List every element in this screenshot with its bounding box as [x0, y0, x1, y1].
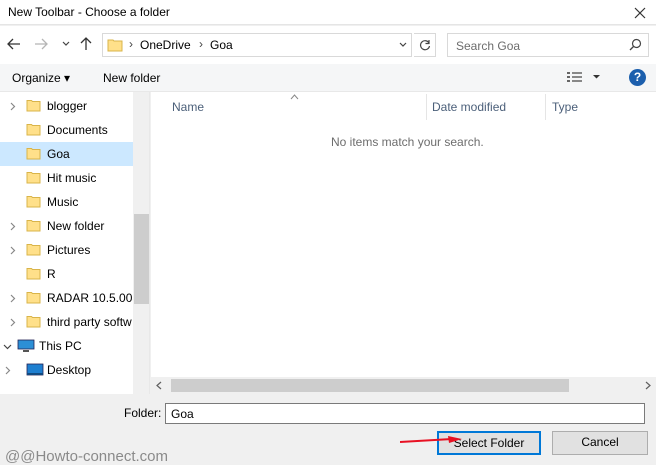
- empty-message: No items match your search.: [331, 135, 484, 149]
- chevron-right-icon[interactable]: [8, 100, 17, 114]
- file-list[interactable]: Name Date modified Type No items match y…: [151, 92, 656, 394]
- chevron-right-icon[interactable]: [8, 292, 17, 306]
- recent-locations-button[interactable]: [58, 36, 74, 52]
- search-icon: [629, 38, 642, 54]
- folder-icon: [26, 195, 41, 211]
- sort-ascending-icon: [290, 94, 299, 100]
- tree-item-label: Hit music: [47, 171, 97, 185]
- horizontal-scrollbar[interactable]: [151, 377, 656, 394]
- computer-icon: [17, 339, 35, 356]
- tree-item-label: Desktop: [47, 363, 92, 377]
- column-name[interactable]: Name: [151, 92, 428, 122]
- folder-icon: [26, 219, 41, 235]
- chevron-down-icon[interactable]: [3, 340, 12, 354]
- annotation-arrow-icon: [400, 436, 462, 443]
- search-box[interactable]: Search Goa: [447, 33, 649, 57]
- desktop-icon: [26, 363, 44, 380]
- tree-item-label: Goa: [47, 147, 70, 161]
- folder-icon: [26, 147, 41, 163]
- tree-item[interactable]: Documents: [0, 118, 133, 142]
- chevron-right-icon: ›: [129, 37, 133, 51]
- new-folder-button[interactable]: New folder: [103, 71, 160, 85]
- tree-item[interactable]: third party softw: [0, 310, 133, 334]
- column-date-modified[interactable]: Date modified: [427, 92, 545, 122]
- folder-input[interactable]: [165, 403, 645, 424]
- tree-item-label: third party softw: [47, 315, 132, 329]
- close-button[interactable]: [624, 0, 656, 25]
- column-date-label: Date modified: [432, 100, 507, 114]
- chevron-right-icon[interactable]: [8, 244, 17, 258]
- forward-button[interactable]: [33, 36, 49, 52]
- folder-icon: [26, 315, 41, 331]
- chevron-right-icon[interactable]: [3, 364, 12, 378]
- address-history-button[interactable]: [393, 34, 411, 56]
- tree-item[interactable]: Goa: [0, 142, 133, 166]
- details-view-icon: [567, 72, 600, 82]
- refresh-icon: [419, 40, 430, 51]
- tree-item[interactable]: New folder: [0, 214, 133, 238]
- chevron-right-icon: ›: [199, 37, 203, 51]
- column-type[interactable]: Type: [546, 92, 656, 122]
- breadcrumb-onedrive[interactable]: OneDrive: [140, 38, 191, 52]
- column-type-label: Type: [552, 100, 579, 114]
- title-bar: New Toolbar - Choose a folder: [0, 0, 656, 25]
- window-title: New Toolbar - Choose a folder: [8, 5, 170, 19]
- chevron-right-icon[interactable]: [8, 220, 17, 234]
- folder-icon: [26, 291, 41, 307]
- folder-icon: [107, 38, 123, 55]
- watermark: @@Howto-connect.com: [5, 448, 169, 465]
- search-placeholder: Search Goa: [456, 39, 521, 53]
- scrollbar-thumb[interactable]: [171, 379, 569, 392]
- command-bar: Organize ▾ New folder ?: [0, 64, 656, 92]
- forward-arrow-icon: [35, 38, 48, 50]
- close-icon: [634, 7, 646, 18]
- chevron-down-icon: [399, 42, 406, 47]
- tree-item-label: RADAR 10.5.003: [47, 291, 140, 305]
- tree-item[interactable]: Pictures: [0, 238, 133, 262]
- dialog-footer: Folder: Select Folder Cancel @@Howto-con…: [0, 394, 656, 465]
- scroll-left-icon[interactable]: [156, 381, 162, 390]
- up-arrow-icon: [80, 37, 92, 50]
- up-button[interactable]: [78, 36, 94, 52]
- tree-item[interactable]: R: [0, 262, 133, 286]
- scrollbar-thumb[interactable]: [134, 214, 149, 304]
- cancel-button[interactable]: Cancel: [552, 431, 648, 455]
- change-view-button[interactable]: [566, 70, 606, 87]
- column-name-label: Name: [172, 100, 205, 114]
- tree-item-label: This PC: [39, 339, 82, 353]
- address-bar[interactable]: › OneDrive › Goa: [102, 33, 412, 57]
- vertical-scrollbar[interactable]: [133, 92, 149, 394]
- folder-icon: [26, 243, 41, 259]
- refresh-button[interactable]: [414, 33, 436, 57]
- tree-item[interactable]: Music: [0, 190, 133, 214]
- tree-item-label: blogger: [47, 99, 88, 113]
- folder-icon: [26, 123, 41, 139]
- scroll-right-icon[interactable]: [645, 381, 651, 390]
- tree-item[interactable]: Hit music: [0, 166, 133, 190]
- back-arrow-icon: [7, 38, 20, 50]
- chevron-right-icon[interactable]: [8, 316, 17, 330]
- folder-icon: [26, 99, 41, 115]
- organize-menu[interactable]: Organize ▾: [12, 71, 70, 85]
- tree-item[interactable]: This PC: [0, 334, 133, 358]
- tree-item[interactable]: RADAR 10.5.003: [0, 286, 139, 310]
- chevron-down-icon: [62, 41, 70, 46]
- navigation-pane[interactable]: blogger Documents Goa Hit music Music New fol…: [0, 92, 150, 394]
- folder-icon: [26, 267, 41, 283]
- tree-item-label: Pictures: [47, 243, 91, 257]
- folder-icon: [26, 171, 41, 187]
- tree-item[interactable]: blogger: [0, 94, 133, 118]
- tree-item-label: R: [47, 267, 56, 281]
- tree-item-label: New folder: [47, 219, 105, 233]
- tree-item-label: Music: [47, 195, 79, 209]
- tree-item[interactable]: Desktop: [0, 358, 133, 382]
- back-button[interactable]: [6, 36, 22, 52]
- help-button[interactable]: ?: [629, 69, 646, 86]
- folder-label: Folder:: [124, 406, 162, 420]
- tree-item-label: Documents: [47, 123, 108, 137]
- breadcrumb-goa[interactable]: Goa: [210, 38, 233, 52]
